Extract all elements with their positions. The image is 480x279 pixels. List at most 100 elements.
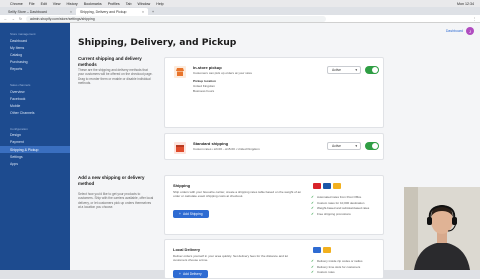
standard-toggle[interactable]	[365, 142, 379, 150]
button-label: Add Shipping	[182, 212, 203, 216]
dashboard-link[interactable]: Dashboard	[446, 29, 463, 33]
instore-line: Business hours	[193, 89, 215, 93]
sidebar-heading: Sales channels	[10, 82, 31, 87]
browser-tab-active[interactable]: Shipping, Delivery and Pickup ×	[76, 8, 148, 15]
clock: Mon 12:34	[457, 1, 474, 6]
add-delivery-button[interactable]: + Add Delivery	[173, 270, 208, 278]
standard-line: Custom rates • £3.00 – £15.00 • United K…	[193, 147, 260, 151]
standard-status-select[interactable]: Active ▾	[327, 142, 361, 150]
check-icon: ✓	[311, 206, 314, 211]
store-icon	[174, 66, 186, 78]
menu-item-file[interactable]: File	[29, 2, 35, 6]
standard-shipping-card[interactable]: Standard shipping Custom rates • £3.00 –…	[164, 133, 384, 160]
back-icon[interactable]: ←	[4, 17, 8, 21]
sidebar-item-shipping[interactable]: Shipping & Pickup	[0, 146, 70, 154]
menu-item-view[interactable]: View	[53, 2, 61, 6]
page-title: Shipping, Delivery, and Pickup	[78, 37, 237, 48]
check-icon: ✓	[311, 212, 314, 217]
new-tab-icon[interactable]: +	[148, 8, 220, 15]
local-features: ✓ Delivery inside zip codes or radius ✓ De…	[311, 258, 362, 275]
delivery-logo-icon	[323, 247, 331, 253]
presenter-video	[404, 187, 480, 270]
sidebar-item-my-items[interactable]: My Items	[0, 44, 70, 51]
menu-item-profiles[interactable]: Profiles	[108, 2, 120, 6]
instore-line: United Kingdom	[193, 84, 216, 88]
sidebar-item-facebook[interactable]: Facebook	[0, 95, 70, 102]
sidebar-item-payment[interactable]: Payment	[0, 139, 70, 146]
browser-tab-bar: Sellfy Store – Dashboard × Shipping, Del…	[0, 7, 480, 15]
url-input[interactable]: admin.shopify.com/store/settings/shippin…	[25, 15, 326, 22]
instore-line: Pickup location	[193, 79, 216, 83]
section-desc-current: These are the shipping and delivery meth…	[78, 68, 153, 85]
sidebar-item-settings[interactable]: Settings	[0, 153, 70, 160]
menu-item-chrome[interactable]: Chrome	[10, 2, 23, 6]
chevron-down-icon: ▾	[355, 68, 357, 72]
browser-tab[interactable]: Sellfy Store – Dashboard ×	[4, 8, 76, 15]
local-title: Local Delivery	[173, 247, 201, 252]
sidebar-item-reports[interactable]: Reports	[0, 66, 70, 73]
sidebar-item-design[interactable]: Design	[0, 132, 70, 139]
menu-item-tab[interactable]: Tab	[126, 2, 132, 6]
add-shipping-button[interactable]: + Add Shipping	[173, 210, 209, 218]
feature-item: ✓ Custom rules	[311, 270, 335, 275]
feature-item: ✓ Free shipping promotions	[311, 212, 351, 217]
url-text: admin.shopify.com/store/settings/shippin…	[29, 16, 95, 21]
plus-icon: +	[179, 272, 181, 276]
plus-icon: +	[179, 212, 181, 216]
reload-icon[interactable]: ↻	[19, 17, 22, 21]
forward-icon[interactable]: →	[12, 17, 16, 21]
sidebar-item-mobile[interactable]: Mobile	[0, 102, 70, 109]
standard-title: Standard shipping	[193, 141, 229, 146]
add-shipping-card: Shipping Ship orders with your favourite…	[164, 175, 384, 235]
select-value: Active	[332, 144, 341, 148]
carrier-logo-icon	[333, 183, 341, 189]
carrier-logo-icon	[323, 183, 331, 189]
sidebar-item-purchasing[interactable]: Purchasing	[0, 59, 70, 66]
check-icon: ✓	[311, 270, 314, 275]
tab-label: Shipping, Delivery and Pickup	[80, 9, 127, 14]
shipping-desc: Ship orders with your favourite carrier,…	[173, 190, 302, 198]
shipping-features: ✓ Automated rates from Post Office ✓ Custo…	[311, 194, 369, 217]
menu-item-history[interactable]: History	[67, 2, 78, 6]
delivery-logo-icon	[313, 247, 321, 253]
select-value: Active	[332, 68, 341, 72]
carrier-logo-icon	[313, 183, 321, 189]
sidebar-item-overview[interactable]: Overview	[0, 88, 70, 95]
check-icon: ✓	[311, 194, 314, 199]
shipping-title: Shipping	[173, 183, 191, 188]
instore-toggle[interactable]	[365, 66, 379, 74]
section-title-add: Add a new shipping or delivery method	[78, 175, 145, 186]
tab-label: Sellfy Store – Dashboard	[8, 9, 47, 14]
check-icon: ✓	[311, 264, 314, 269]
sidebar-heading: Store management	[10, 32, 36, 36]
sidebar-heading: Configuration	[10, 126, 28, 131]
menu-item-bookmarks[interactable]: Bookmarks	[84, 2, 102, 6]
sidebar: Store management Dashboard My Items Cata…	[0, 23, 70, 270]
section-title-current: Current shipping and delivery methods	[78, 56, 142, 67]
sidebar-item-dashboard[interactable]: Dashboard	[0, 37, 70, 44]
close-icon[interactable]: ×	[70, 10, 72, 14]
check-icon: ✓	[311, 200, 314, 205]
chevron-down-icon: ▾	[355, 144, 357, 148]
browser-menu-icon[interactable]: ⋮	[473, 17, 477, 21]
button-label: Add Delivery	[182, 272, 202, 276]
local-desc: Deliver orders yourself in your area qui…	[173, 254, 288, 262]
sidebar-item-apps[interactable]: Apps	[0, 160, 70, 167]
avatar[interactable]: J	[466, 27, 474, 35]
menu-item-help[interactable]: Help	[156, 2, 163, 6]
sidebar-item-catalog[interactable]: Catalog	[0, 51, 70, 58]
instore-status-select[interactable]: Active ▾	[327, 66, 361, 74]
top-user-area: Dashboard J	[446, 27, 474, 35]
menu-item-edit[interactable]: Edit	[41, 2, 47, 6]
menu-item-window[interactable]: Window	[137, 2, 150, 6]
close-icon[interactable]: ×	[142, 10, 144, 14]
instore-line: Customers can pick up orders at your sto…	[193, 71, 253, 75]
add-local-delivery-card: Local Delivery Deliver orders yourself i…	[164, 239, 384, 279]
check-icon: ✓	[311, 258, 314, 263]
webcam-overlay	[404, 187, 480, 270]
address-bar: ← → ↻ admin.shopify.com/store/settings/s…	[0, 15, 480, 23]
section-desc-add: Select how you'd like to get your produc…	[78, 192, 154, 209]
sidebar-item-other-channels[interactable]: Other Channels	[0, 110, 70, 117]
instore-pickup-card[interactable]: In-store pickup Customers can pick up or…	[164, 57, 384, 128]
shipping-box-icon	[174, 142, 186, 154]
